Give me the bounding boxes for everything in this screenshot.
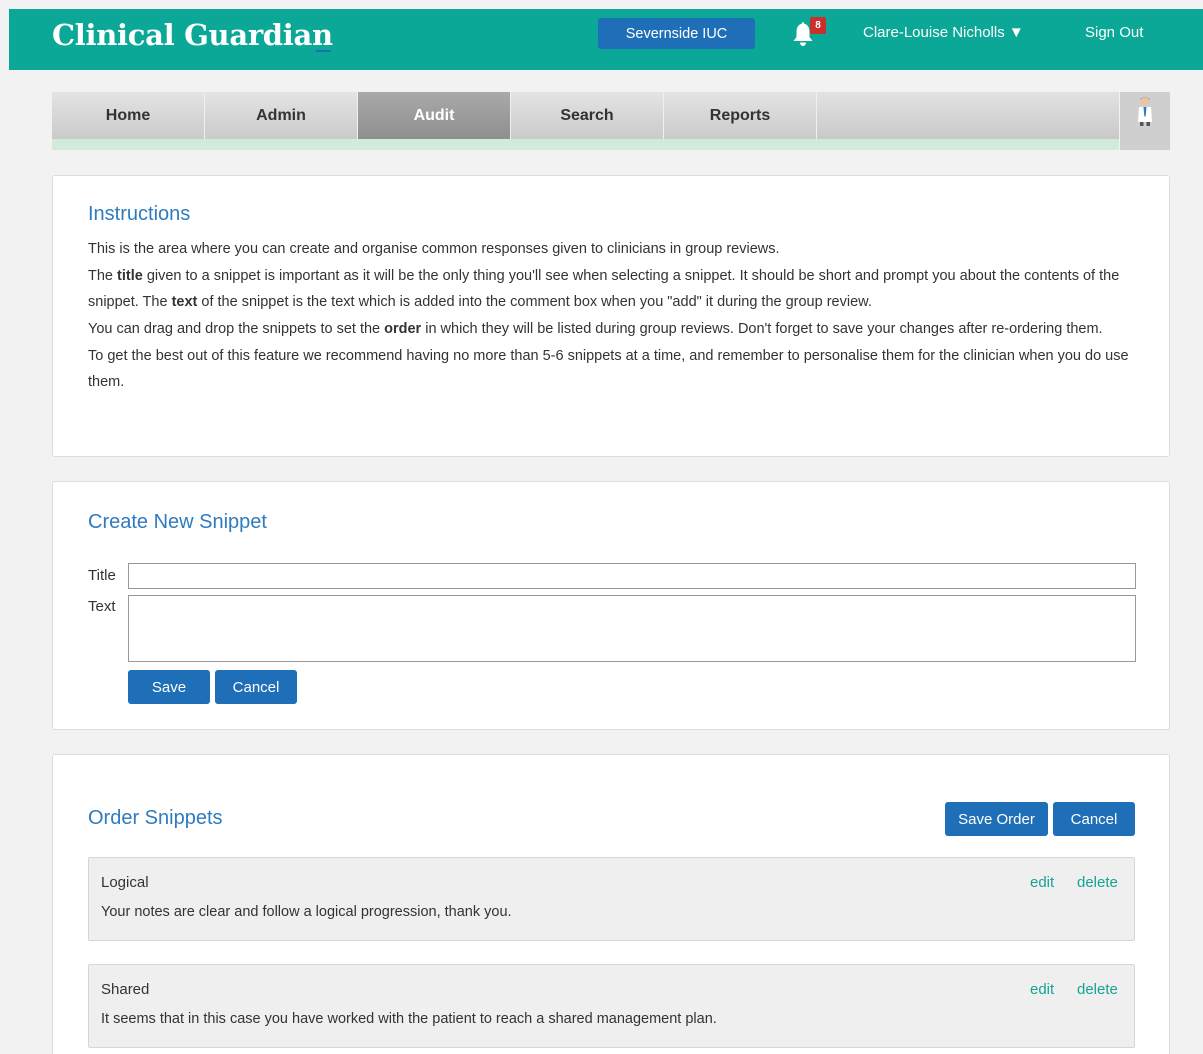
- tab-search[interactable]: Search: [511, 92, 664, 139]
- text-run: of the snippet is the text which is adde…: [197, 294, 872, 310]
- instructions-paragraph-4: To get the best out of this feature we r…: [88, 348, 1129, 390]
- notification-count-badge: 8: [810, 17, 826, 34]
- sign-out-link[interactable]: Sign Out: [1085, 24, 1143, 41]
- main-navigation: Home Admin Audit Search Reports: [52, 92, 1170, 150]
- instructions-paragraph-1: This is the area where you can create an…: [88, 241, 780, 257]
- create-snippet-panel: Create New Snippet Title Text Save Cance…: [52, 481, 1170, 730]
- save-order-button[interactable]: Save Order: [945, 802, 1048, 836]
- snippet-item[interactable]: Shared It seems that in this case you ha…: [88, 964, 1135, 1048]
- tab-home[interactable]: Home: [52, 92, 205, 139]
- snippet-title-input[interactable]: [128, 563, 1136, 589]
- snippet-text: Your notes are clear and follow a logica…: [101, 904, 512, 920]
- text-label: Text: [88, 598, 116, 615]
- cancel-order-button[interactable]: Cancel: [1053, 802, 1135, 836]
- text-run: in which they will be listed during grou…: [421, 321, 1103, 337]
- snippet-edit-link[interactable]: edit: [1030, 981, 1054, 998]
- create-snippet-heading: Create New Snippet: [88, 511, 267, 533]
- app-logo-text[interactable]: Clinical Guardian: [52, 18, 333, 52]
- instructions-paragraph-3: You can drag and drop the snippets to se…: [88, 316, 1133, 342]
- save-snippet-button[interactable]: Save: [128, 670, 210, 704]
- order-snippets-heading: Order Snippets: [88, 807, 223, 829]
- snippet-delete-link[interactable]: delete: [1077, 874, 1118, 891]
- text-run: The: [88, 268, 118, 284]
- instructions-heading: Instructions: [88, 203, 191, 225]
- user-menu-dropdown[interactable]: Clare-Louise Nicholls ▼: [863, 24, 1024, 41]
- doctor-avatar-icon: [1138, 96, 1152, 126]
- nav-tab-bar: Home Admin Audit Search Reports: [52, 92, 1119, 139]
- snippet-edit-link[interactable]: edit: [1030, 874, 1054, 891]
- snippet-title: Shared: [101, 981, 150, 998]
- instructions-paragraph-2: The title given to a snippet is importan…: [88, 263, 1133, 315]
- bold-term-order: order: [384, 321, 422, 337]
- bold-term-title: title: [117, 268, 143, 284]
- title-label: Title: [88, 567, 116, 584]
- order-snippets-panel: Order Snippets Save Order Cancel Logical…: [52, 754, 1170, 1054]
- profile-button[interactable]: [1120, 92, 1170, 150]
- snippet-text-input[interactable]: [128, 595, 1136, 662]
- snippet-item[interactable]: Logical Your notes are clear and follow …: [88, 857, 1135, 941]
- snippet-title: Logical: [101, 874, 149, 891]
- logo-underline: [316, 50, 331, 52]
- snippet-delete-link[interactable]: delete: [1077, 981, 1118, 998]
- top-header-bar: Clinical Guardian Severnside IUC 8 Clare…: [9, 9, 1203, 70]
- tab-audit[interactable]: Audit: [358, 92, 511, 139]
- organisation-button[interactable]: Severnside IUC: [598, 18, 755, 49]
- cancel-snippet-button[interactable]: Cancel: [215, 670, 297, 704]
- text-run: You can drag and drop the snippets to se…: [88, 321, 385, 337]
- snippet-text: It seems that in this case you have work…: [101, 1011, 717, 1027]
- tab-admin[interactable]: Admin: [205, 92, 358, 139]
- tab-reports[interactable]: Reports: [664, 92, 817, 139]
- nav-sub-strip: [52, 139, 1119, 150]
- bold-term-text: text: [171, 294, 198, 310]
- instructions-panel: Instructions This is the area where you …: [52, 175, 1170, 457]
